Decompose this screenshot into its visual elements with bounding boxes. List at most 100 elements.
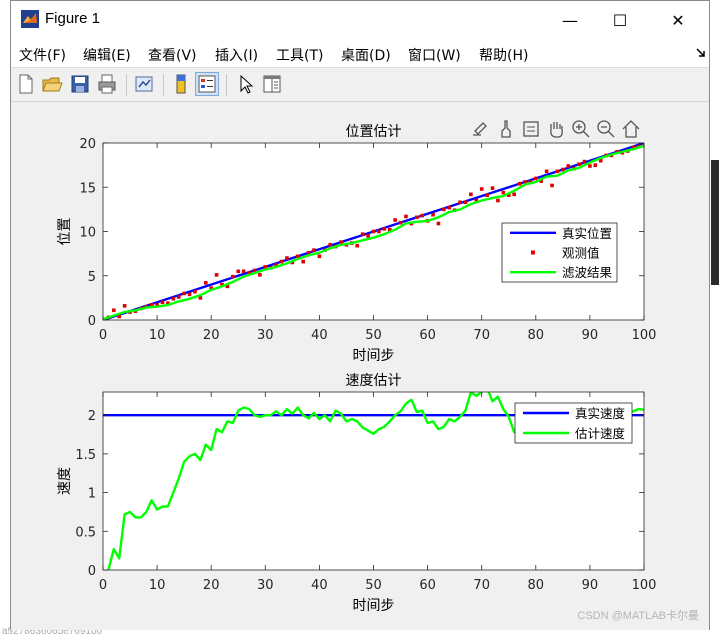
data-point bbox=[160, 300, 165, 305]
data-point bbox=[171, 296, 176, 301]
data-tips-icon[interactable] bbox=[523, 121, 539, 137]
link-plot-icon[interactable] bbox=[133, 73, 155, 95]
menu-file[interactable]: 文件(F) bbox=[19, 45, 66, 65]
data-point bbox=[582, 159, 587, 164]
background-left-strip bbox=[0, 0, 10, 635]
data-point bbox=[398, 220, 403, 225]
insert-colorbar-icon[interactable] bbox=[170, 73, 192, 95]
y-tick-label: 2 bbox=[88, 409, 96, 424]
data-point bbox=[534, 176, 538, 181]
data-point bbox=[301, 259, 305, 264]
data-point bbox=[479, 187, 484, 191]
data-point bbox=[561, 167, 565, 172]
print-icon[interactable] bbox=[96, 73, 118, 95]
data-point bbox=[436, 221, 441, 226]
y-tick-label: 20 bbox=[79, 137, 96, 152]
y-tick-label: 1 bbox=[88, 487, 96, 502]
x-tick-label: 40 bbox=[311, 328, 328, 343]
home-icon[interactable] bbox=[622, 120, 640, 138]
title-bar[interactable]: Figure 1 — ☐ ✕ bbox=[11, 1, 709, 39]
x-tick-label: 50 bbox=[365, 328, 382, 343]
data-point bbox=[414, 215, 419, 220]
menu-bar: 文件(F) 编辑(E) 查看(V) 插入(I) 工具(T) 桌面(D) 窗口(W… bbox=[11, 39, 709, 68]
dock-arrow-icon[interactable] bbox=[695, 47, 707, 59]
export-icon[interactable] bbox=[473, 122, 487, 136]
y-tick-label: 0 bbox=[88, 564, 96, 579]
data-point bbox=[442, 207, 446, 212]
x-tick-label: 30 bbox=[257, 328, 274, 343]
toolbar bbox=[11, 68, 709, 102]
data-point bbox=[377, 229, 381, 234]
data-point bbox=[447, 205, 452, 210]
data-point bbox=[112, 308, 116, 313]
data-point bbox=[176, 295, 181, 299]
figure-canvas: 0 10 20 30 40 50 60 70 80 90 100 0 5 10 15 20 位置估计 时间步 位置真… bbox=[11, 102, 709, 630]
data-point bbox=[236, 269, 241, 274]
menu-help[interactable]: 帮助(H) bbox=[479, 45, 528, 65]
legend: 真实位置观测值滤波结果 bbox=[501, 222, 618, 283]
x-tick-label: 10 bbox=[149, 578, 166, 593]
figure-svg: 0 10 20 30 40 50 60 70 80 90 10005101520位置估计时间步位置真… bbox=[57, 120, 656, 614]
menu-window[interactable]: 窗口(W) bbox=[408, 45, 461, 65]
y-tick-label: 15 bbox=[79, 181, 96, 196]
data-point bbox=[577, 162, 581, 167]
x-tick-label: 100 bbox=[632, 328, 657, 343]
close-button[interactable]: ✕ bbox=[655, 1, 701, 39]
minimize-button[interactable]: — bbox=[547, 1, 593, 39]
menu-edit[interactable]: 编辑(E) bbox=[83, 45, 131, 65]
insert-legend-icon[interactable] bbox=[195, 72, 219, 96]
zoom-out-icon[interactable] bbox=[597, 120, 615, 138]
background-dark-strip bbox=[711, 160, 719, 285]
x-tick-label: 10 bbox=[149, 328, 166, 343]
legend-label: 滤波结果 bbox=[562, 265, 613, 280]
x-tick-label: 20 bbox=[203, 328, 220, 343]
menu-desktop[interactable]: 桌面(D) bbox=[341, 45, 391, 65]
x-tick-label: 70 bbox=[473, 328, 490, 343]
legend-marker bbox=[531, 250, 535, 255]
data-point bbox=[203, 281, 208, 285]
data-point bbox=[458, 200, 462, 205]
data-point bbox=[182, 291, 186, 296]
data-point bbox=[193, 289, 197, 294]
x-axis-label: 时间步 bbox=[353, 598, 395, 614]
y-tick-label: 0 bbox=[88, 314, 96, 329]
data-point bbox=[404, 214, 408, 219]
menu-insert[interactable]: 插入(I) bbox=[215, 45, 258, 65]
x-tick-label: 60 bbox=[419, 578, 436, 593]
data-point bbox=[555, 169, 560, 174]
figure-window: Figure 1 — ☐ ✕ 文件(F) 编辑(E) 查看(V) 插入(I) 工… bbox=[10, 0, 710, 630]
data-point bbox=[382, 227, 387, 231]
data-point bbox=[355, 243, 360, 248]
data-point bbox=[588, 164, 592, 168]
data-point bbox=[241, 269, 246, 274]
y-axis-label: 位置 bbox=[57, 218, 73, 246]
data-point bbox=[285, 256, 289, 260]
menu-tools[interactable]: 工具(T) bbox=[276, 45, 323, 65]
window-title: Figure 1 bbox=[45, 10, 101, 27]
zoom-in-icon[interactable] bbox=[572, 120, 590, 138]
data-point bbox=[544, 169, 549, 174]
data-point bbox=[550, 183, 554, 188]
x-tick-label: 40 bbox=[311, 578, 328, 593]
data-point bbox=[566, 164, 571, 168]
edit-plot-arrow-icon[interactable] bbox=[235, 73, 257, 95]
pan-hand-icon[interactable] bbox=[550, 122, 563, 138]
x-tick-label: 20 bbox=[203, 578, 220, 593]
position-axes: 0 10 20 30 40 50 60 70 80 90 100 0 5 10 15 20 位置估计时间步 位置 真… bbox=[57, 124, 656, 364]
save-icon[interactable] bbox=[69, 73, 91, 95]
property-inspector-icon[interactable] bbox=[261, 73, 283, 95]
menu-view[interactable]: 查看(V) bbox=[148, 45, 197, 65]
background-right-strip bbox=[710, 0, 719, 635]
toolbar-separator bbox=[163, 74, 164, 96]
brush-icon[interactable] bbox=[501, 120, 511, 138]
data-point bbox=[328, 242, 333, 247]
data-point bbox=[122, 304, 127, 308]
maximize-button[interactable]: ☐ bbox=[597, 1, 643, 39]
data-point bbox=[485, 193, 489, 198]
data-point bbox=[371, 229, 376, 234]
open-file-icon[interactable] bbox=[41, 73, 63, 95]
new-figure-icon[interactable] bbox=[15, 73, 37, 95]
x-tick-label: 30 bbox=[257, 578, 274, 593]
data-point bbox=[360, 232, 365, 236]
data-point bbox=[187, 292, 192, 297]
